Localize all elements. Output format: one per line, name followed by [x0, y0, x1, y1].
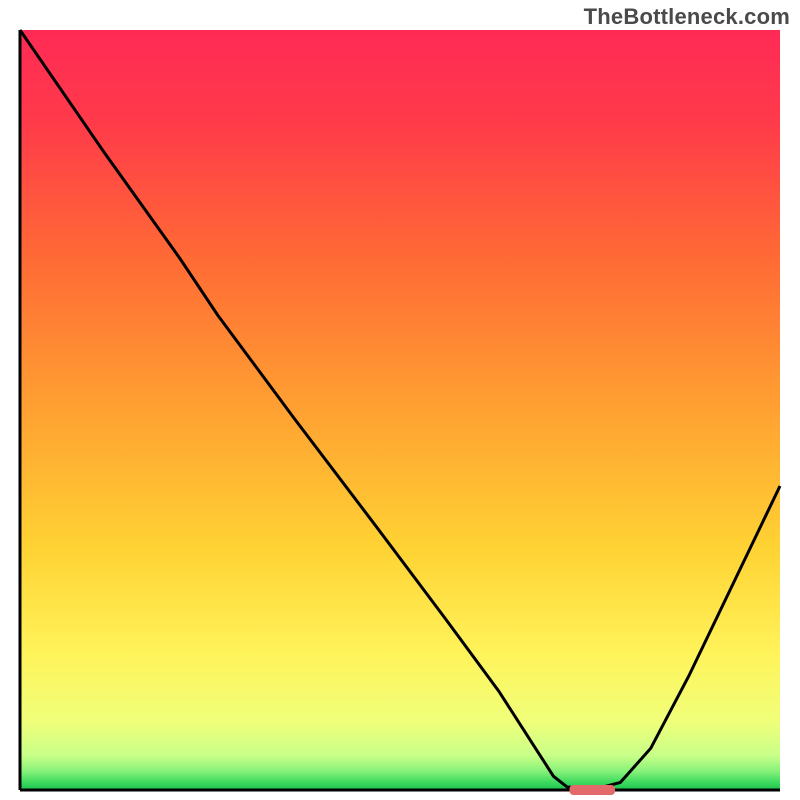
watermark-text: TheBottleneck.com — [584, 4, 790, 30]
bottleneck-chart: TheBottleneck.com — [0, 0, 800, 800]
min-marker — [569, 785, 615, 795]
plot-background — [20, 30, 780, 790]
chart-svg — [0, 0, 800, 800]
